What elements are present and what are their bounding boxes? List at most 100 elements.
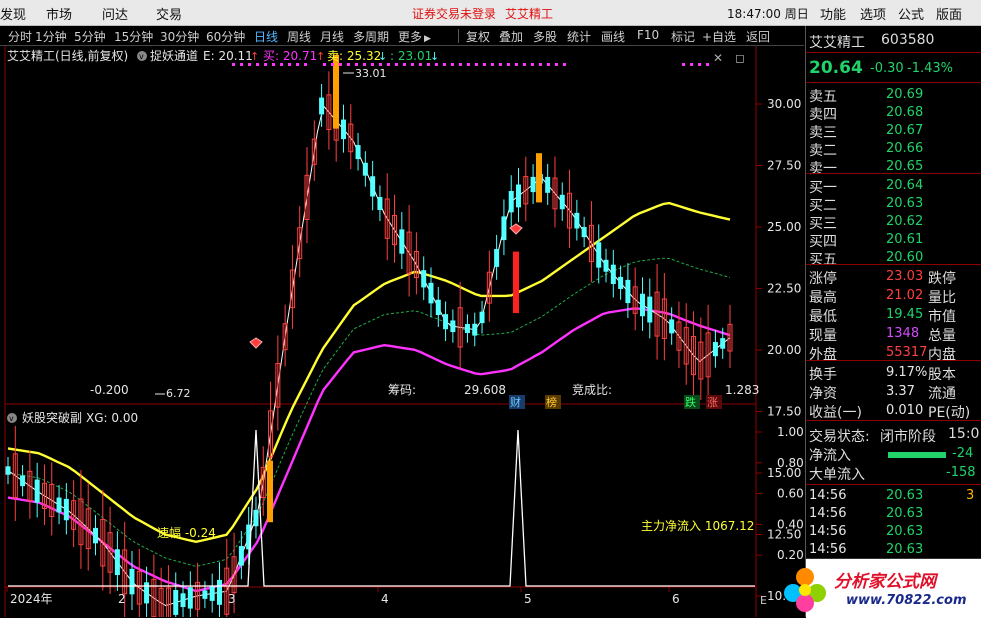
high-annotation: 33.01 — [355, 67, 387, 80]
ask-label: 卖二 — [809, 143, 837, 159]
signal-dot — [323, 63, 326, 66]
period-tab-timeshare[interactable]: 分时 — [8, 28, 32, 45]
signal-dot — [523, 63, 526, 66]
signal-dot — [563, 63, 566, 66]
stat-label-secondary: 总量 — [928, 328, 956, 344]
period-tab-5min[interactable]: 5分钟 — [74, 28, 106, 45]
menu-wenda[interactable]: 问达 — [102, 4, 128, 23]
tool-mark-button[interactable]: 标记 — [671, 28, 695, 45]
tool-draw-button[interactable]: 画线 — [601, 28, 625, 45]
y-tick-label: 0.60 — [777, 487, 804, 501]
login-status[interactable]: 证券交易未登录 — [412, 5, 496, 22]
menu-function[interactable]: 功能 — [820, 4, 846, 23]
period-tab-60min[interactable]: 60分钟 — [206, 28, 245, 45]
signal-dot — [304, 63, 307, 66]
period-tab-15min[interactable]: 15分钟 — [114, 28, 153, 45]
flower-logo-icon — [784, 568, 826, 612]
stat-label-secondary: 市值 — [928, 309, 956, 325]
candle-body — [20, 475, 26, 487]
tick-time: 14:56 — [809, 524, 847, 539]
stat-label: 换手 — [809, 367, 837, 383]
tool-stats-button[interactable]: 统计 — [567, 28, 591, 45]
signal-dot — [419, 63, 422, 66]
signal-dot — [355, 63, 358, 66]
kline-chart-area[interactable]: 30.0027.5025.0022.5020.0017.5015.0012.50… — [0, 46, 804, 617]
menu-trade[interactable]: 交易 — [156, 4, 182, 23]
bid-label: 买四 — [809, 234, 837, 250]
highlight-candle — [267, 460, 273, 523]
signal-dot — [690, 63, 693, 66]
limit-up-badge[interactable]: 涨 — [706, 395, 722, 409]
ask-label: 卖四 — [809, 107, 837, 123]
candle-body — [464, 324, 470, 334]
close-panel-icon[interactable]: ✕ — [713, 51, 723, 65]
signal-dot — [467, 63, 470, 66]
ask-label: 卖五 — [809, 89, 837, 105]
period-tab-30min[interactable]: 30分钟 — [160, 28, 199, 45]
trade-state-label: 交易状态: — [809, 429, 870, 445]
highlight-candle — [536, 153, 542, 203]
period-tab-daily[interactable]: 日线 — [254, 28, 278, 45]
tick-price: 20.63 — [886, 488, 924, 503]
quote-change-pct: -1.43% — [907, 61, 953, 76]
signal-dot — [443, 63, 446, 66]
ask-price: 20.69 — [886, 87, 924, 102]
candle-body — [479, 311, 485, 324]
tool-back-button[interactable]: 返回 — [746, 28, 770, 45]
signal-dot — [379, 63, 382, 66]
ask-price: 20.67 — [886, 123, 924, 138]
candle-body — [450, 320, 456, 333]
tool-overlay-button[interactable]: 叠加 — [499, 28, 523, 45]
x-tick-label: 2024年 — [10, 592, 53, 606]
signal-dot — [499, 63, 502, 66]
candle-body — [216, 579, 222, 605]
period-tab-weekly[interactable]: 周线 — [287, 28, 311, 45]
highlight-candle — [513, 251, 519, 314]
signal-dot — [280, 63, 283, 66]
trade-state-value: 闭市阶段 — [880, 429, 936, 445]
signal-dot — [387, 63, 390, 66]
tool-adjust-button[interactable]: 复权 — [466, 28, 490, 45]
tool-multistock-button[interactable]: 多股 — [533, 28, 557, 45]
left-value: -0.200 — [90, 383, 129, 397]
ranking-badge[interactable]: 榜 — [545, 395, 561, 409]
period-tab-more[interactable]: 更多 ▶ — [398, 28, 431, 45]
trade-state-time: 15:0 — [948, 426, 980, 442]
period-tab-1min[interactable]: 1分钟 — [35, 28, 67, 45]
menu-discover[interactable]: 发现 — [0, 4, 26, 23]
period-tab-monthly[interactable]: 月线 — [320, 28, 344, 45]
candle-body — [603, 259, 609, 272]
finance-badge[interactable]: 财 — [509, 395, 525, 409]
candle-body — [610, 264, 616, 284]
menu-formula[interactable]: 公式 — [898, 4, 924, 23]
stock-link[interactable]: 艾艾精工 — [505, 5, 553, 22]
indicator-e-value: E: 20.11 — [203, 49, 253, 63]
limit-down-badge[interactable]: 跌 — [684, 395, 700, 409]
y-tick-label: 30.00 — [767, 97, 801, 111]
tool-add-watchlist-button[interactable]: +自选 — [702, 28, 736, 45]
period-tab-multi[interactable]: 多周期 — [353, 28, 389, 45]
maximize-panel-icon[interactable]: ◻ — [735, 51, 745, 65]
sub-indicator-settings-icon[interactable]: v — [7, 413, 17, 423]
sub-xg-value: XG: 0.00 — [86, 411, 138, 425]
big-inflow-value: -158 — [946, 465, 976, 480]
signal-dot — [403, 63, 406, 66]
candle-body — [173, 590, 179, 615]
menu-market[interactable]: 市场 — [46, 4, 72, 23]
ask-price: 20.68 — [886, 105, 924, 120]
indicator-settings-icon[interactable]: v — [137, 51, 147, 61]
down-arrow-icon: ↓ — [378, 50, 387, 63]
signal-dot — [451, 63, 454, 66]
tool-f10-button[interactable]: F10 — [637, 28, 659, 42]
signal-dot — [698, 63, 701, 66]
toolbar-divider — [458, 29, 459, 43]
signal-dot — [264, 63, 267, 66]
auction-label: 竞成比: — [572, 383, 612, 397]
y-tick-label: 27.50 — [767, 159, 801, 173]
stock-title: 艾艾精工(日线,前复权) — [7, 48, 128, 63]
x-tick-label: 5 — [524, 592, 532, 606]
menu-options[interactable]: 选项 — [860, 4, 886, 23]
candle-body — [720, 338, 726, 349]
signal-dot — [547, 63, 550, 66]
menu-layout[interactable]: 版面 — [936, 4, 962, 23]
